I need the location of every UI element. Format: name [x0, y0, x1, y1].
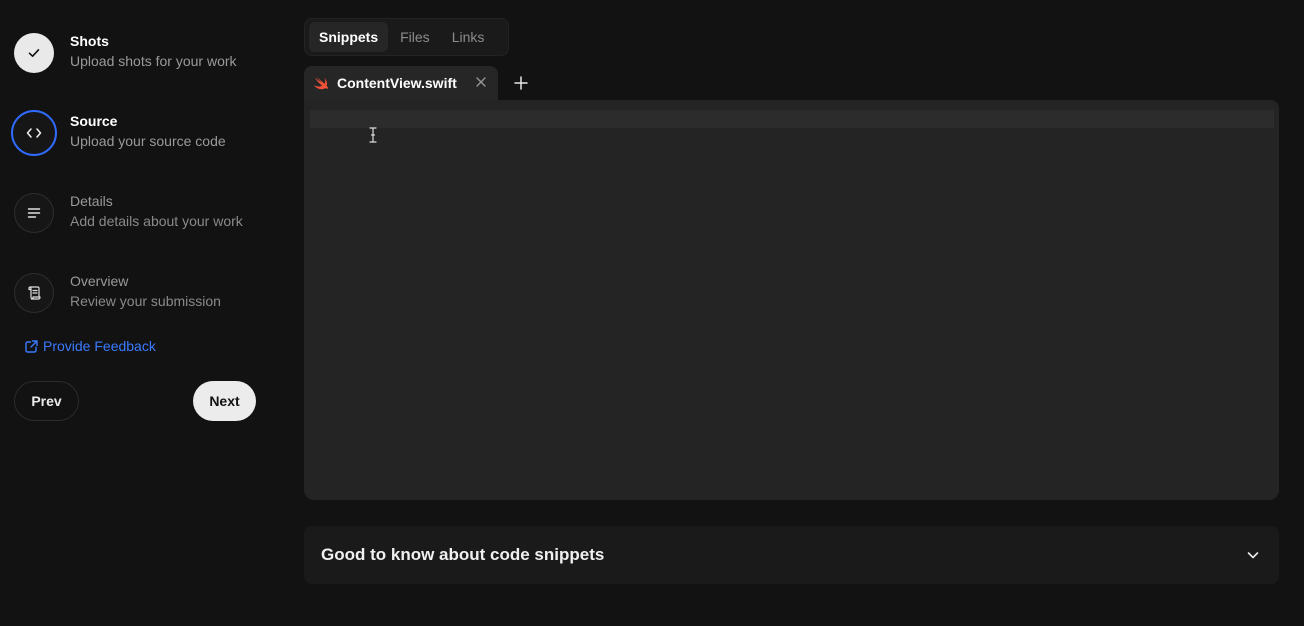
step-overview[interactable]: Overview Review your submission — [12, 269, 221, 317]
step-title: Overview — [70, 273, 129, 289]
step-subtitle: Review your submission — [70, 293, 221, 309]
prev-button[interactable]: Prev — [14, 381, 79, 421]
step-source-indicator — [11, 110, 57, 156]
step-subtitle: Upload shots for your work — [70, 53, 237, 69]
check-icon — [28, 49, 40, 57]
tab-snippets[interactable]: Snippets — [309, 22, 389, 52]
scroll-icon — [28, 286, 41, 300]
step-subtitle: Add details about your work — [70, 213, 243, 229]
code-editor[interactable] — [304, 100, 1279, 500]
step-details-indicator — [14, 193, 54, 233]
step-subtitle: Upload your source code — [70, 133, 226, 149]
lines-icon — [27, 208, 41, 218]
text-cursor-icon — [369, 127, 377, 143]
provide-feedback-link[interactable]: Provide Feedback — [24, 338, 156, 354]
step-title: Shots — [70, 33, 109, 49]
accordion-title: Good to know about code snippets — [321, 545, 605, 564]
code-icon — [26, 128, 42, 138]
step-title: Details — [70, 193, 113, 209]
step-overview-indicator — [14, 273, 54, 313]
active-line-highlight — [310, 110, 1274, 128]
file-tab-contentview[interactable]: ContentView.swift — [304, 66, 498, 100]
step-title: Source — [70, 113, 118, 129]
source-type-tabs: Snippets Files Links — [304, 18, 509, 56]
external-link-icon — [25, 339, 38, 353]
file-name: ContentView.swift — [337, 75, 457, 91]
feedback-label: Provide Feedback — [43, 338, 156, 354]
step-source[interactable]: Source Upload your source code — [11, 109, 226, 157]
step-shots-indicator — [14, 33, 54, 73]
step-shots[interactable]: Shots Upload shots for your work — [12, 29, 237, 77]
swift-icon — [313, 76, 329, 90]
add-file-icon[interactable] — [512, 74, 530, 92]
tab-files[interactable]: Files — [390, 22, 440, 52]
stepper-sidebar: Shots Upload shots for your work Source … — [0, 0, 290, 626]
step-details[interactable]: Details Add details about your work — [12, 189, 243, 237]
chevron-down-icon — [1247, 552, 1259, 559]
tab-links[interactable]: Links — [442, 22, 495, 52]
code-snippets-info-accordion[interactable]: Good to know about code snippets — [304, 526, 1279, 584]
next-button[interactable]: Next — [193, 381, 256, 421]
close-tab-icon[interactable] — [474, 75, 488, 89]
